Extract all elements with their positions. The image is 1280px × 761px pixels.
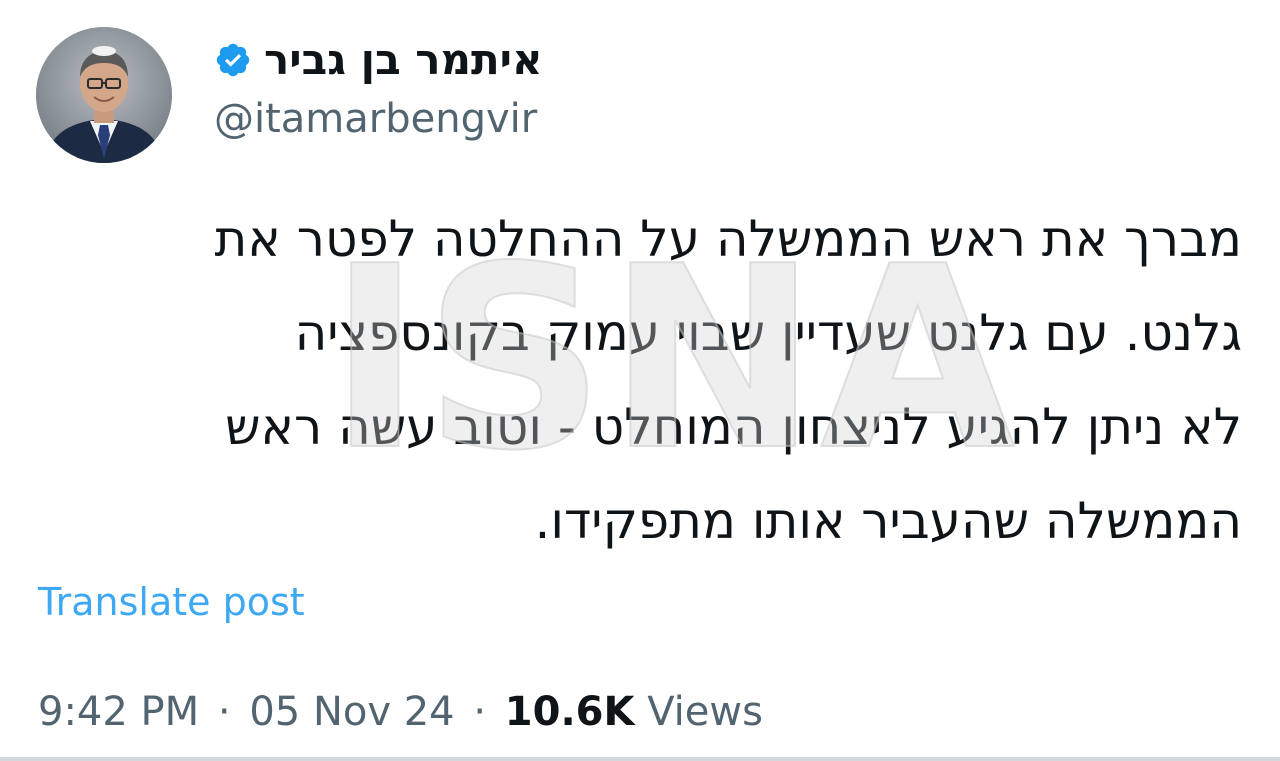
meta-separator: ·: [473, 689, 487, 735]
post-text-line: הממשלה שהעביר אותו מתפקידו.: [534, 492, 1242, 550]
post-text-line: לא ניתן להגיע לניצחון המוחלט - וטוב עשה …: [225, 398, 1242, 456]
meta-separator: ·: [217, 689, 231, 735]
author-display-name[interactable]: איתמר בן גביר: [264, 28, 543, 92]
profile-photo: [36, 27, 172, 163]
author-avatar[interactable]: [36, 27, 172, 163]
post-time[interactable]: 9:42 PM: [38, 689, 199, 735]
name-row: איתמר בן גביר: [214, 28, 634, 92]
post-text: מברך את ראש הממשלה על ההחלטה לפטר את גלנ…: [22, 192, 1242, 568]
verified-badge-icon[interactable]: [214, 41, 252, 79]
post-text-line: גלנט. עם גלנט שעדיין שבוי עמוק בקונספציה: [294, 304, 1242, 362]
post-date[interactable]: 05 Nov 24: [249, 689, 454, 735]
views-count: 10.6K: [504, 689, 635, 735]
tweet-card: איתמר בן גביר @itamarbengvir מברך את ראש…: [0, 0, 1280, 761]
author-handle[interactable]: @itamarbengvir: [214, 94, 634, 144]
post-meta: 9:42 PM · 05 Nov 24 · 10.6K Views: [38, 684, 763, 740]
translate-post-link[interactable]: Translate post: [38, 575, 305, 629]
post-text-line: מברך את ראש הממשלה על ההחלטה לפטר את: [214, 210, 1242, 268]
post-header: איתמר בן גביר @itamarbengvir: [214, 28, 634, 144]
divider: [0, 757, 1280, 761]
views-label: Views: [647, 689, 763, 735]
